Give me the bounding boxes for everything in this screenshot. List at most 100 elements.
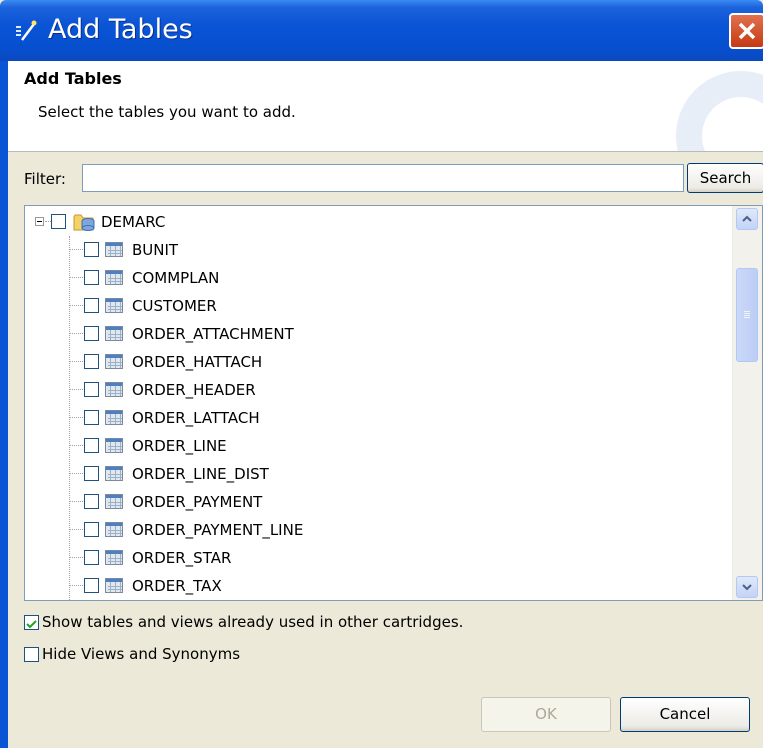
table-row[interactable]: ORDER_LINE_DIST <box>25 460 725 488</box>
table-row[interactable]: ORDER_ATTACHMENT <box>25 320 725 348</box>
vertical-scrollbar[interactable] <box>732 206 762 600</box>
table-name: ORDER_STAR <box>132 549 232 567</box>
table-row[interactable]: ORDER_HEADER <box>25 376 725 404</box>
collapse-toggle-icon[interactable] <box>35 217 44 226</box>
tree-connector <box>69 249 83 250</box>
table-row[interactable]: ORDER_TAX <box>25 572 725 600</box>
tree-connector <box>69 445 83 446</box>
cancel-button[interactable]: Cancel <box>620 697 750 732</box>
table-row[interactable]: COMMPLAN <box>25 264 725 292</box>
table-tree: DEMARC BUNIT COMMPLAN CUSTOMER ORDER_ATTACH… <box>24 205 763 601</box>
tree-connector <box>69 529 83 530</box>
show-used-tables-option[interactable]: Show tables and views already used in ot… <box>24 612 724 634</box>
table-icon <box>105 438 123 453</box>
table-row[interactable]: ORDER_PAYMENT_LINE <box>25 516 725 544</box>
window-title: Add Tables <box>48 14 193 45</box>
show-used-tables-label: Show tables and views already used in ot… <box>42 613 464 631</box>
table-checkbox[interactable] <box>84 326 99 341</box>
tree-connector <box>69 585 83 586</box>
root-checkbox[interactable] <box>51 214 66 229</box>
table-checkbox[interactable] <box>84 298 99 313</box>
wizard-header: Add Tables Select the tables you want to… <box>8 61 763 152</box>
add-tables-dialog: Add Tables Add Tables Select the tables … <box>0 0 763 748</box>
table-icon <box>105 382 123 397</box>
table-name: BUNIT <box>132 241 179 259</box>
tree-connector <box>69 305 83 306</box>
table-name: ORDER_HEADER <box>132 381 256 399</box>
table-icon <box>105 354 123 369</box>
table-row[interactable]: BUNIT <box>25 236 725 264</box>
tree-connector <box>69 473 83 474</box>
hide-views-option[interactable]: Hide Views and Synonyms <box>24 644 424 666</box>
table-row[interactable]: CUSTOMER <box>25 292 725 320</box>
close-button[interactable] <box>729 13 763 49</box>
table-name: ORDER_HATTACH <box>132 353 263 371</box>
table-checkbox[interactable] <box>84 578 99 593</box>
table-checkbox[interactable] <box>84 522 99 537</box>
scroll-down-button[interactable] <box>736 576 758 598</box>
table-row[interactable]: ORDER_LINE <box>25 432 725 460</box>
page-description: Select the tables you want to add. <box>38 103 296 121</box>
table-row[interactable]: ORDER_LATTACH <box>25 404 725 432</box>
table-checkbox[interactable] <box>84 438 99 453</box>
wizard-wand-icon <box>14 18 40 44</box>
table-name: CUSTOMER <box>132 297 217 315</box>
table-icon <box>105 494 123 509</box>
table-checkbox[interactable] <box>84 550 99 565</box>
hide-views-label: Hide Views and Synonyms <box>42 645 241 663</box>
table-checkbox[interactable] <box>84 494 99 509</box>
table-icon <box>105 326 123 341</box>
table-icon <box>105 466 123 481</box>
tree-root-node[interactable]: DEMARC <box>25 208 725 236</box>
tree-connector <box>69 389 83 390</box>
table-name: ORDER_TAX <box>132 577 222 595</box>
grip-icon <box>744 311 750 312</box>
chevron-down-icon <box>737 582 757 600</box>
table-name: ORDER_ATTACHMENT <box>132 325 294 343</box>
table-row[interactable]: ORDER_HATTACH <box>25 348 725 376</box>
window-frame-left <box>0 61 8 748</box>
table-checkbox[interactable] <box>84 354 99 369</box>
table-icon <box>105 550 123 565</box>
chevron-up-icon <box>737 214 757 233</box>
header-decoration <box>676 71 763 151</box>
table-name: COMMPLAN <box>132 269 220 287</box>
table-name: ORDER_LINE_DIST <box>132 465 269 483</box>
table-name: ORDER_LINE <box>132 437 227 455</box>
tree-connector <box>69 277 83 278</box>
search-button[interactable]: Search <box>687 163 763 193</box>
tree-connector <box>69 333 83 334</box>
tree-connector <box>69 501 83 502</box>
hide-views-checkbox[interactable] <box>24 647 39 662</box>
table-name: ORDER_PAYMENT_LINE <box>132 521 304 539</box>
tree-node-label: DEMARC <box>101 213 166 231</box>
ok-button[interactable]: OK <box>481 697 611 732</box>
table-checkbox[interactable] <box>84 466 99 481</box>
table-icon <box>105 410 123 425</box>
dialog-content: Filter: Search DEMARC BUNIT COMMPLAN CUS… <box>8 152 763 748</box>
scroll-up-button[interactable] <box>736 208 758 230</box>
tree-connector <box>69 417 83 418</box>
table-icon <box>105 270 123 285</box>
filter-label: Filter: <box>24 170 66 188</box>
table-checkbox[interactable] <box>84 382 99 397</box>
table-row[interactable]: ORDER_PAYMENT <box>25 488 725 516</box>
table-icon <box>105 522 123 537</box>
table-icon <box>105 242 123 257</box>
table-checkbox[interactable] <box>84 242 99 257</box>
table-checkbox[interactable] <box>84 270 99 285</box>
table-name: ORDER_LATTACH <box>132 409 260 427</box>
table-checkbox[interactable] <box>84 410 99 425</box>
title-bar[interactable]: Add Tables <box>0 0 763 61</box>
table-icon <box>105 298 123 313</box>
tree-connector <box>69 361 83 362</box>
database-folder-icon <box>73 212 97 236</box>
tree-connector <box>69 557 83 558</box>
filter-input[interactable] <box>82 164 684 192</box>
table-icon <box>105 578 123 593</box>
table-row[interactable]: ORDER_STAR <box>25 544 725 572</box>
show-used-tables-checkbox[interactable] <box>24 615 39 630</box>
scroll-thumb[interactable] <box>736 268 758 362</box>
page-title: Add Tables <box>24 69 122 88</box>
table-name: ORDER_PAYMENT <box>132 493 263 511</box>
